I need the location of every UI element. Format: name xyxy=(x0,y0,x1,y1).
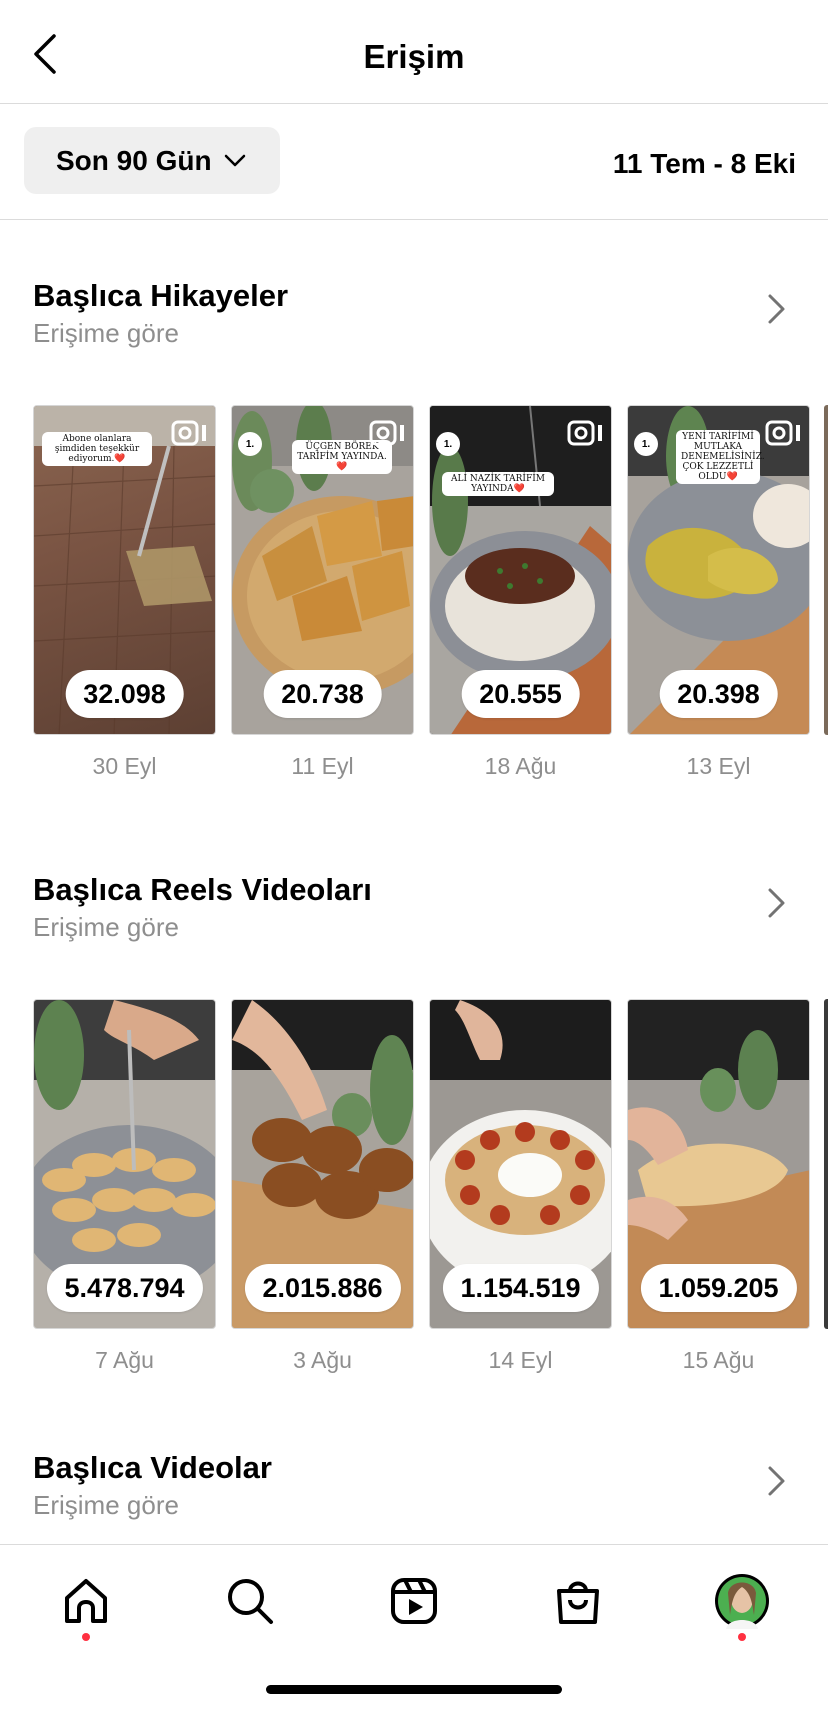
post-date: 7 Ağu xyxy=(95,1347,154,1373)
next-card-peek xyxy=(824,999,828,1329)
reel-thumbnail: 5.478.794 xyxy=(33,999,216,1329)
top-stories-row: Abone olanlara şimdiden teşekkür ediyoru… xyxy=(0,405,828,805)
reach-value: 1.154.519 xyxy=(442,1264,599,1312)
reach-value: 20.398 xyxy=(659,670,778,718)
page-title: Erişim xyxy=(363,38,465,75)
top-videos-header[interactable]: Başlıca Videolar Erişime göre xyxy=(0,1450,828,1520)
section-subtitle: Erişime göre xyxy=(33,1490,179,1520)
reach-value: 2.015.886 xyxy=(244,1264,401,1312)
reach-value: 20.555 xyxy=(461,670,580,718)
reel-thumbnail: 1.154.519 xyxy=(429,999,612,1329)
order-badge: 1. xyxy=(436,432,460,456)
camera-icon xyxy=(567,420,602,446)
filter-bar: Son 90 Gün 11 Tem - 8 Eki xyxy=(0,104,828,220)
date-range-dropdown[interactable]: Son 90 Gün xyxy=(24,127,280,194)
story-caption: YENİ TARİFİMİ MUTLAKA DENEMELİSİNİZ. ÇOK… xyxy=(676,430,765,484)
nav-reels[interactable] xyxy=(384,1571,444,1631)
post-date: 3 Ağu xyxy=(293,1347,352,1373)
nav-home[interactable] xyxy=(56,1571,116,1631)
top-reels-header[interactable]: Başlıca Reels Videoları Erişime göre xyxy=(0,872,828,942)
top-bar: Erişim xyxy=(0,0,828,104)
story-thumbnail: 1. ALİ NAZİK TARİFİM YAYINDA❤️ 20.555 xyxy=(429,405,612,735)
section-title: Başlıca Hikayeler xyxy=(33,278,289,313)
reach-value: 32.098 xyxy=(65,670,184,718)
reach-value: 1.059.205 xyxy=(640,1264,797,1312)
chevron-right-icon[interactable] xyxy=(766,292,788,326)
camera-icon xyxy=(765,420,800,446)
camera-icon xyxy=(171,420,206,446)
section-title: Başlıca Videolar xyxy=(33,1450,272,1485)
post-date: 30 Eyl xyxy=(92,753,157,779)
order-badge: 1. xyxy=(634,432,658,456)
post-date: 15 Ağu xyxy=(682,1347,755,1373)
post-date: 13 Eyl xyxy=(686,753,751,779)
chevron-right-icon[interactable] xyxy=(766,886,788,920)
home-notification-dot xyxy=(82,1633,90,1641)
reach-value: 20.738 xyxy=(263,670,382,718)
camera-icon xyxy=(369,420,404,446)
next-card-peek xyxy=(824,405,828,735)
shop-icon xyxy=(557,1581,599,1624)
reach-value: 5.478.794 xyxy=(46,1264,203,1312)
story-thumbnail: Abone olanlara şimdiden teşekkür ediyoru… xyxy=(33,405,216,735)
reel-thumbnail: 1.059.205 xyxy=(627,999,810,1329)
search-icon xyxy=(228,1579,273,1624)
nav-profile[interactable] xyxy=(712,1571,772,1631)
nav-search[interactable] xyxy=(220,1571,280,1631)
date-range-label: Son 90 Gün xyxy=(56,144,212,176)
chevron-right-icon[interactable] xyxy=(766,1464,788,1498)
order-badge: 1. xyxy=(238,432,262,456)
home-icon xyxy=(65,1579,107,1623)
story-thumbnail: 1. ÜÇGEN BÖREK TARİFİM YAYINDA.❤️ 20.738 xyxy=(231,405,414,735)
story-caption: ALİ NAZİK TARİFİM YAYINDA❤️ xyxy=(442,472,554,496)
reel-thumbnail: 2.015.886 xyxy=(231,999,414,1329)
section-subtitle: Erişime göre xyxy=(33,912,179,942)
home-indicator xyxy=(266,1685,562,1694)
section-subtitle: Erişime göre xyxy=(33,318,179,348)
top-reels-row: 5.478.794 7 Ağu 2.015.886 3 Ağu 1.154.51… xyxy=(0,999,828,1399)
post-date: 11 Eyl xyxy=(291,753,354,779)
story-thumbnail: 1. YENİ TARİFİMİ MUTLAKA DENEMELİSİNİZ. … xyxy=(627,405,810,735)
story-caption: Abone olanlara şimdiden teşekkür ediyoru… xyxy=(42,432,152,466)
chevron-down-icon xyxy=(224,154,245,166)
date-range-text: 11 Tem - 8 Eki xyxy=(612,148,796,179)
post-date: 14 Eyl xyxy=(488,1347,553,1373)
profile-avatar xyxy=(715,1574,769,1629)
top-stories-header[interactable]: Başlıca Hikayeler Erişime göre xyxy=(0,278,828,348)
post-date: 18 Ağu xyxy=(484,753,557,779)
nav-shop[interactable] xyxy=(548,1571,608,1631)
reels-icon xyxy=(391,1578,437,1624)
section-title: Başlıca Reels Videoları xyxy=(33,872,372,907)
profile-notification-dot xyxy=(738,1633,746,1641)
